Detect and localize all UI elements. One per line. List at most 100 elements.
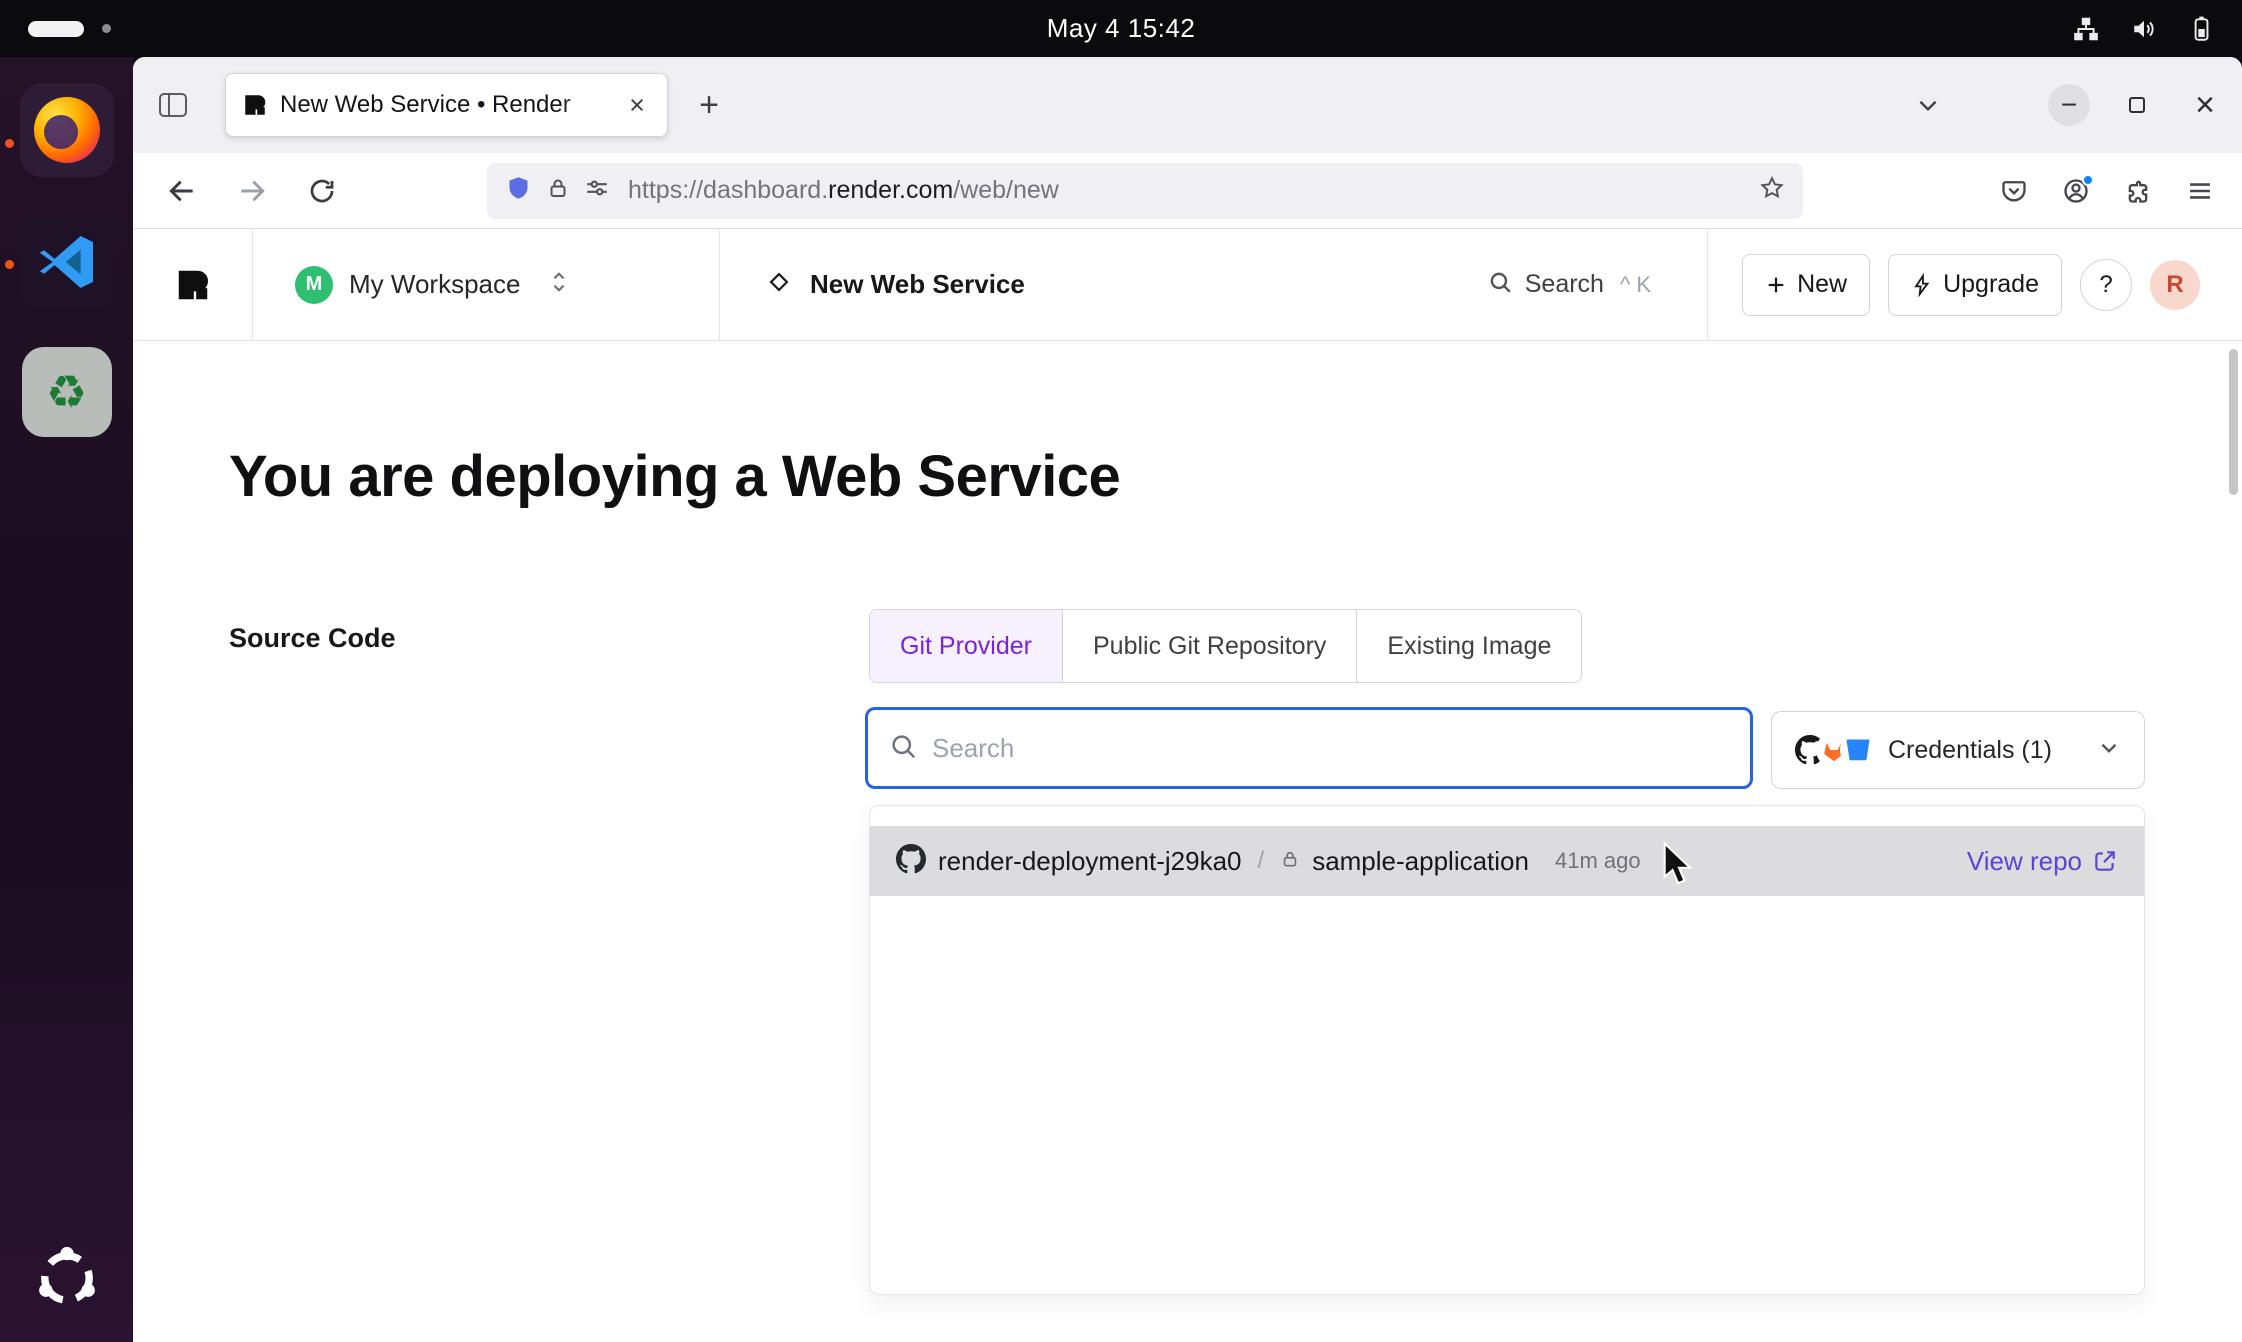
repo-search-box[interactable] [865, 707, 1753, 789]
url-domain: render.com [828, 176, 953, 204]
system-top-bar: May 4 15:42 [0, 0, 2242, 57]
url-bar[interactable]: https://dashboard.render.com/web/new [487, 163, 1803, 219]
new-button[interactable]: New [1742, 254, 1870, 316]
search-icon [1487, 269, 1513, 300]
credentials-label: Credentials (1) [1888, 736, 2052, 765]
search-label: Search [1525, 270, 1604, 299]
user-avatar[interactable]: R [2150, 260, 2200, 310]
external-link-icon [2092, 848, 2118, 874]
repo-separator: / [1258, 847, 1265, 875]
diamond-icon [766, 269, 792, 300]
account-icon[interactable] [2062, 177, 2090, 205]
firefox-view-button[interactable] [149, 81, 197, 129]
dock-item-firefox[interactable] [20, 83, 114, 177]
list-all-tabs-button[interactable] [1904, 81, 1952, 129]
deploy-heading: You are deploying a Web Service [229, 443, 1120, 510]
reload-button[interactable] [297, 166, 347, 216]
workspace-avatar: M [295, 266, 333, 304]
render-logo[interactable] [133, 229, 252, 340]
network-icon[interactable] [2072, 16, 2100, 42]
firefox-running-indicator [5, 139, 14, 148]
repo-row[interactable]: render-deployment-j29ka0 / sample-applic… [870, 826, 2144, 896]
close-button[interactable]: × [2184, 84, 2226, 126]
navigation-bar: https://dashboard.render.com/web/new [133, 153, 2242, 229]
view-repo-link[interactable]: View repo [1967, 846, 2118, 877]
new-tab-button[interactable]: + [684, 80, 734, 130]
browser-window: New Web Service • Render × + − × [133, 57, 2242, 1342]
lock-icon [1280, 849, 1300, 874]
url-path: /web/new [953, 176, 1059, 204]
volume-icon[interactable] [2130, 16, 2158, 42]
system-tray[interactable] [2072, 15, 2214, 43]
vscode-icon [36, 231, 98, 293]
extensions-icon[interactable] [2124, 177, 2152, 205]
account-notification-badge [2082, 174, 2094, 186]
clock[interactable]: May 4 15:42 [1047, 13, 1196, 44]
credential-provider-icons [1794, 734, 1874, 766]
bitbucket-icon [1842, 734, 1874, 766]
vscode-running-indicator [5, 260, 14, 269]
new-button-label: New [1797, 270, 1847, 299]
trash-icon: ♻ [46, 365, 87, 419]
repo-owner: render-deployment-j29ka0 [938, 846, 1242, 877]
repo-updated-time: 41m ago [1555, 848, 1641, 874]
dock-item-show-apps[interactable] [30, 1241, 104, 1320]
bolt-icon [1911, 273, 1933, 297]
help-button[interactable]: ? [2080, 259, 2132, 311]
page-title-area: New Web Service [720, 229, 1487, 340]
upgrade-button[interactable]: Upgrade [1888, 254, 2062, 316]
dock-item-vscode[interactable] [20, 215, 114, 309]
back-button[interactable] [157, 166, 207, 216]
workspace-pill[interactable] [28, 21, 84, 37]
render-favicon [242, 92, 268, 118]
workspace-name: My Workspace [349, 269, 520, 300]
chevron-down-icon [2096, 735, 2122, 766]
source-tabs: Git Provider Public Git Repository Exist… [869, 609, 1582, 683]
page-content: You are deploying a Web Service Source C… [133, 341, 2242, 1342]
search-shortcut: ^ K [1620, 272, 1651, 298]
source-code-label: Source Code [229, 623, 396, 654]
forward-button[interactable] [227, 166, 277, 216]
dock-item-trash[interactable]: ♻ [22, 347, 112, 437]
minimize-button[interactable]: − [2048, 84, 2090, 126]
global-search[interactable]: Search ^ K [1487, 229, 1707, 340]
page-scrollbar[interactable] [2229, 349, 2238, 495]
firefox-icon [34, 97, 100, 163]
screen: May 4 15:42 [0, 0, 2242, 1342]
repo-list-panel: render-deployment-j29ka0 / sample-applic… [869, 805, 2145, 1295]
ubuntu-icon [30, 1241, 104, 1315]
menu-icon[interactable] [2186, 177, 2214, 205]
battery-icon[interactable] [2188, 15, 2214, 43]
credentials-dropdown[interactable]: Credentials (1) [1771, 711, 2145, 789]
bookmark-star-icon[interactable] [1759, 175, 1785, 206]
search-icon [888, 731, 918, 766]
plus-icon [1765, 274, 1787, 296]
tracking-shield-icon[interactable] [505, 175, 532, 207]
permissions-icon[interactable] [584, 175, 610, 206]
repo-name: sample-application [1312, 846, 1529, 877]
tab-close-button[interactable]: × [619, 87, 655, 123]
window-controls: − × [2048, 84, 2226, 126]
tab-existing-image[interactable]: Existing Image [1356, 610, 1581, 682]
header-actions: New Upgrade ? R [1708, 229, 2242, 340]
tab-title: New Web Service • Render [280, 91, 607, 119]
dashboard-header: M My Workspace New Web Service [133, 229, 2242, 341]
page-title: New Web Service [810, 269, 1025, 300]
tab-public-git-repository[interactable]: Public Git Repository [1062, 610, 1356, 682]
workspace-dot[interactable] [102, 24, 111, 33]
restore-button[interactable] [2116, 84, 2158, 126]
toolbar-icons [2000, 177, 2214, 205]
tab-strip: New Web Service • Render × + − × [133, 57, 2242, 153]
pocket-icon[interactable] [2000, 177, 2028, 205]
tab-git-provider[interactable]: Git Provider [870, 610, 1062, 682]
url-prefix: https://dashboard. [628, 176, 828, 204]
dock: ♻ [0, 57, 133, 1342]
url-text[interactable]: https://dashboard.render.com/web/new [628, 176, 1059, 205]
mouse-cursor [1659, 841, 1701, 892]
lock-icon[interactable] [546, 176, 570, 205]
github-icon [896, 844, 926, 879]
repo-search-input[interactable] [932, 733, 1730, 764]
view-repo-label: View repo [1967, 846, 2082, 877]
active-tab[interactable]: New Web Service • Render × [225, 73, 668, 137]
workspace-switcher[interactable]: M My Workspace [253, 229, 719, 340]
